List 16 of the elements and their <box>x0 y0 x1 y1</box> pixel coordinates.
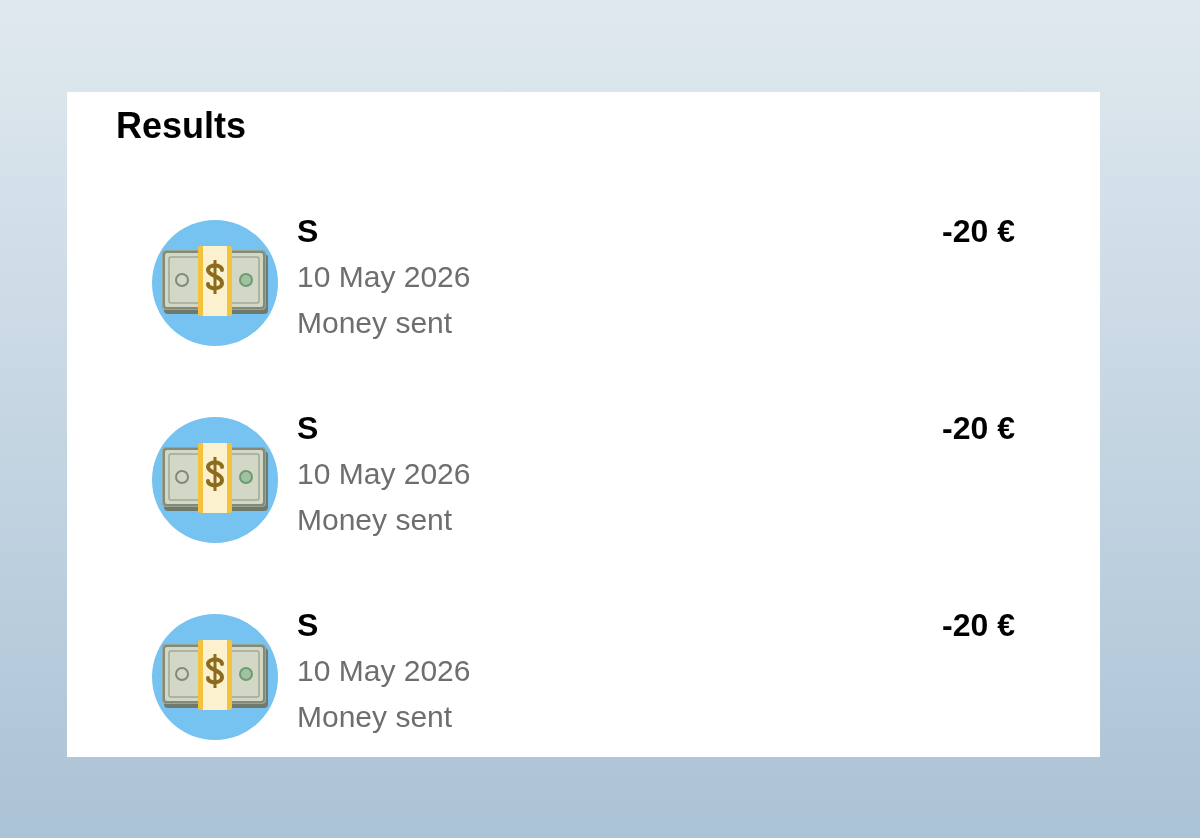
transaction-amount: -20 € <box>942 409 1015 448</box>
transaction-date: 10 May 2026 <box>297 456 471 492</box>
transaction-amount: -20 € <box>942 606 1015 645</box>
transaction-name: S <box>297 212 319 251</box>
transaction-description: Money sent <box>297 305 453 341</box>
transaction-name: S <box>297 606 319 645</box>
results-title: Results <box>116 104 247 148</box>
banknote-stack-icon <box>152 220 278 346</box>
transaction-description: Money sent <box>297 699 453 735</box>
transaction-name: S <box>297 409 319 448</box>
transaction-amount: -20 € <box>942 212 1015 251</box>
banknote-stack-icon <box>152 614 278 740</box>
transaction-date: 10 May 2026 <box>297 259 471 295</box>
transaction-date: 10 May 2026 <box>297 653 471 689</box>
transaction-description: Money sent <box>297 502 453 538</box>
banknote-stack-icon <box>152 417 278 543</box>
